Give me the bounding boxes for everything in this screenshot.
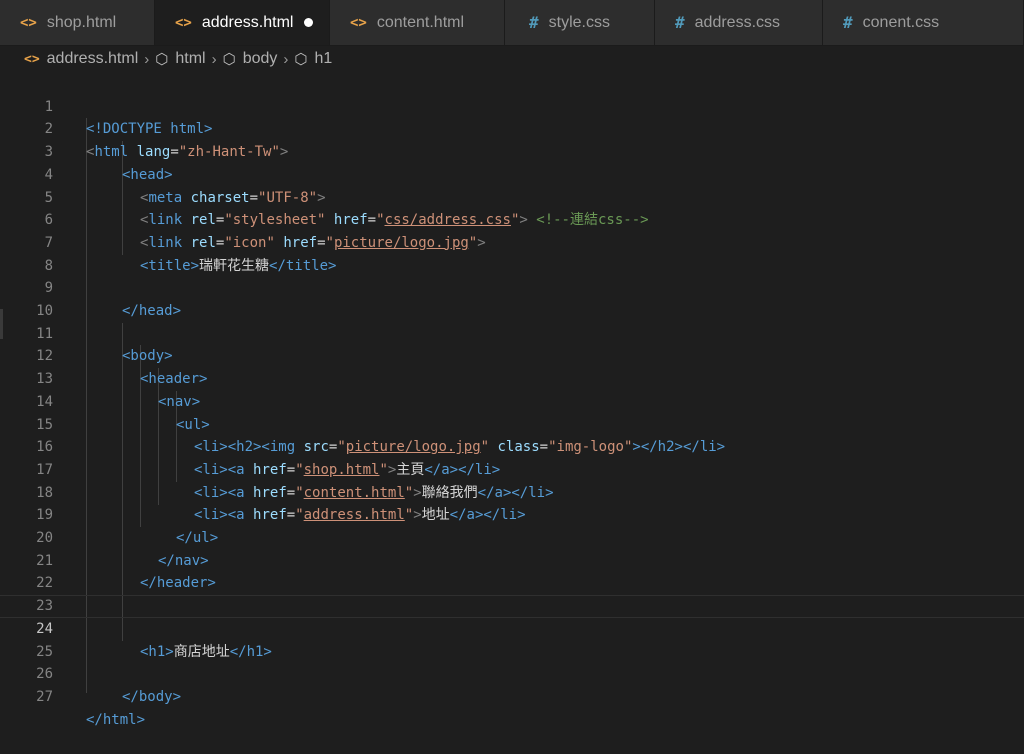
tag-token: </html> <box>86 711 146 728</box>
line-content: </body> <box>122 686 181 709</box>
tab-style-css[interactable]: # style.css <box>505 0 655 45</box>
code-line[interactable]: 19 </ul> <box>0 482 1024 546</box>
code-line[interactable]: 27 </html> <box>0 663 1024 728</box>
css-file-icon: # <box>843 13 853 32</box>
code-line-current[interactable]: 24 <h1>商店地址</h1> <box>0 595 1024 660</box>
code-line[interactable]: 3 <head> <box>0 118 1024 183</box>
tab-shop-html[interactable]: <> shop.html <box>0 0 155 45</box>
breadcrumb-label: address.html <box>46 50 139 67</box>
tab-label: content.html <box>376 13 465 31</box>
html-file-icon: <> <box>24 51 40 67</box>
tab-address-css[interactable]: # address.css <box>655 0 823 45</box>
tab-label: style.css <box>548 13 610 31</box>
tab-label: address.html <box>201 13 294 31</box>
code-line[interactable]: 14 <ul> <box>0 368 1024 433</box>
css-file-icon: # <box>529 13 539 32</box>
tab-conent-css[interactable]: # conent.css <box>823 0 1024 45</box>
chevron-right-icon: › <box>211 50 217 68</box>
code-line[interactable]: 21 </header> <box>0 527 1024 592</box>
code-editor[interactable]: 1 <!DOCTYPE html> 2 <html lang="zh-Hant-… <box>0 73 1024 728</box>
chevron-right-icon: › <box>144 50 150 68</box>
code-line[interactable]: 12 <header> <box>0 323 1024 387</box>
tab-label: address.css <box>694 13 781 31</box>
cube-symbol-icon: ⬡ <box>222 50 236 68</box>
code-line[interactable]: 25 <box>0 618 1024 660</box>
code-line[interactable]: 11 <body> <box>0 300 1024 365</box>
tag-token: </body> <box>122 688 182 705</box>
breadcrumb-label: html <box>175 50 206 67</box>
tab-label: shop.html <box>46 13 117 31</box>
code-line[interactable]: 5 <link rel="stylesheet" href="css/addre… <box>0 164 1024 229</box>
css-file-icon: # <box>675 13 685 32</box>
code-line[interactable]: 6 <link rel="icon" href="picture/logo.jp… <box>0 187 1024 251</box>
html-file-icon: <> <box>175 14 192 31</box>
line-number: 27 <box>36 688 53 705</box>
code-line[interactable]: 20 </nav> <box>0 504 1024 569</box>
code-line[interactable]: 26 </body> <box>0 641 1024 705</box>
code-line[interactable]: 7 <title>瑞軒花生糖</title> <box>0 209 1024 274</box>
breadcrumb-html[interactable]: ⬡ html <box>155 50 205 68</box>
breadcrumb-file[interactable]: <> address.html <box>24 50 138 68</box>
breadcrumb-label: body <box>242 50 278 67</box>
code-line[interactable]: 1 <!DOCTYPE html> <box>0 73 1024 138</box>
breadcrumb: <> address.html › ⬡ html › ⬡ body › ⬡ h1 <box>0 45 1024 73</box>
tab-label: conent.css <box>862 13 940 31</box>
cube-symbol-icon: ⬡ <box>155 50 169 68</box>
code-line[interactable]: 15 <li><h2><img src="picture/logo.jpg" c… <box>0 391 1024 456</box>
line-content: </html> <box>86 709 145 732</box>
chevron-right-icon: › <box>283 50 289 68</box>
code-line[interactable]: 8 <box>0 232 1024 274</box>
code-line[interactable]: 9 </head> <box>0 255 1024 319</box>
code-line[interactable]: 2 <html lang="zh-Hant-Tw"> <box>0 96 1024 160</box>
html-file-icon: <> <box>20 14 37 31</box>
tab-address-html[interactable]: <> address.html <box>155 0 330 45</box>
code-line[interactable]: 13 <nav> <box>0 345 1024 410</box>
tab-content-html[interactable]: <> content.html <box>330 0 505 45</box>
code-line[interactable]: 4 <meta charset="UTF-8"> <box>0 141 1024 206</box>
code-line[interactable]: 10 <box>0 277 1024 319</box>
breadcrumb-h1[interactable]: ⬡ h1 <box>294 50 332 68</box>
breadcrumb-body[interactable]: ⬡ body <box>223 50 278 68</box>
code-line[interactable]: 16 <li><a href="shop.html">主頁</a></li> <box>0 414 1024 478</box>
code-line[interactable]: 17 <li><a href="content.html">聯絡我們</a></… <box>0 436 1024 501</box>
editor-tab-bar: <> shop.html <> address.html <> content.… <box>0 0 1024 46</box>
code-line[interactable]: 18 <li><a href="address.html">地址</a></li… <box>0 459 1024 524</box>
cube-symbol-icon: ⬡ <box>294 50 308 68</box>
unsaved-dot-icon[interactable] <box>304 18 313 27</box>
code-line[interactable]: 23 <box>0 572 1024 614</box>
code-line[interactable]: 22 <box>0 550 1024 591</box>
breadcrumb-label: h1 <box>314 50 333 67</box>
html-file-icon: <> <box>350 14 367 31</box>
